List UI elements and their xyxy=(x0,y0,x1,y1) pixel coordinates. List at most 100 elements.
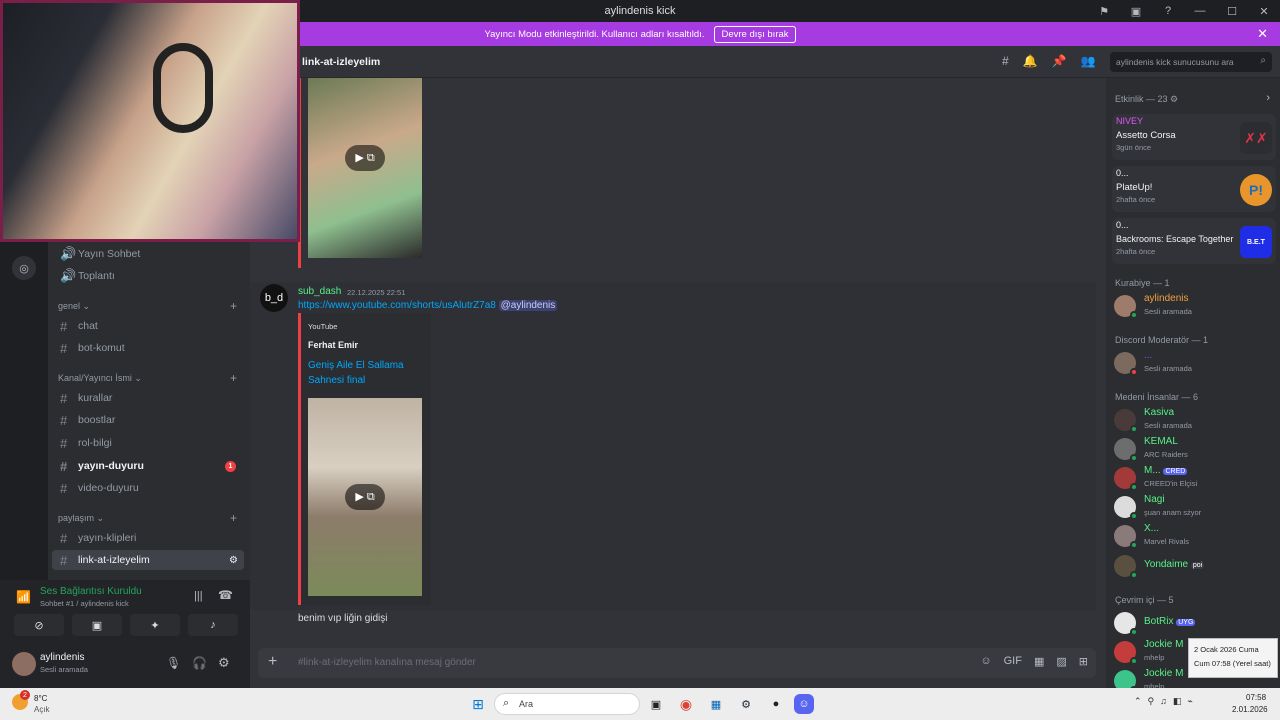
member-list-icon[interactable]: 👥 xyxy=(1081,54,1096,68)
member-item[interactable]: KEMAL ARC Raiders xyxy=(1112,435,1276,463)
message-link[interactable]: https://www.youtube.com/shorts/usAlutrZ7… xyxy=(298,300,496,311)
settings-icon[interactable]: ⚙ xyxy=(229,555,238,566)
avatar xyxy=(1114,641,1138,665)
discover-icon[interactable]: ◎ xyxy=(12,256,36,280)
add-channel-icon[interactable]: + xyxy=(230,371,237,385)
headphones-icon[interactable]: 🎧 xyxy=(192,656,207,670)
message-author[interactable]: sub_dash xyxy=(298,286,341,297)
sidebar-item-kurallar[interactable]: # kurallar xyxy=(52,388,244,408)
search-icon: ⌕ xyxy=(503,697,510,709)
screen-icon[interactable]: ▣ xyxy=(1120,5,1152,18)
sidebar-item-yayin-klipleri[interactable]: # yayın-klipleri xyxy=(52,528,244,548)
video-off-button[interactable]: ⊘ xyxy=(14,614,64,636)
store-icon[interactable]: ▦ xyxy=(706,694,726,714)
voice-connection-panel: 📶 Ses Bağlantısı Kuruldu Sohbet #1 / ayl… xyxy=(0,580,250,642)
member-item[interactable]: ... Sesli aramada xyxy=(1112,349,1276,377)
activities-button[interactable]: ✦ xyxy=(130,614,180,636)
sidebar-item-rol-bilgi[interactable]: # rol-bilgi xyxy=(52,433,244,453)
task-view-icon[interactable]: ▣ xyxy=(646,694,666,714)
steam-icon[interactable]: ⚙ xyxy=(736,694,756,714)
voice-status: Ses Bağlantısı Kuruldu xyxy=(40,586,142,597)
category-header[interactable]: paylaşım ⌄ + xyxy=(58,511,237,525)
threads-icon[interactable]: # xyxy=(1002,54,1009,68)
maximize-button[interactable]: ☐ xyxy=(1216,5,1248,18)
member-item[interactable]: M... CRED CREED'in Elçisi xyxy=(1112,464,1276,492)
avatar[interactable]: b_d xyxy=(260,284,288,312)
voice-channel-path: Sohbet #1 / aylindenis kick xyxy=(40,599,129,608)
disable-streamer-mode-button[interactable]: Devre dışı bırak xyxy=(714,25,796,43)
member-item[interactable]: Kasiva Sesli aramada xyxy=(1112,406,1276,434)
activity-card[interactable]: 0... PlateUp! 2hafta önce P! xyxy=(1112,166,1276,212)
search-input[interactable]: aylindenis kick sunucusunu ara ⌕ xyxy=(1110,52,1272,72)
close-icon[interactable]: ✕ xyxy=(1257,26,1268,42)
help-icon[interactable]: ? xyxy=(1152,5,1184,17)
plateup-logo: P! xyxy=(1240,174,1272,206)
add-channel-icon[interactable]: + xyxy=(230,511,237,525)
user-mention[interactable]: @aylindenis xyxy=(498,300,558,311)
category-header[interactable]: genel ⌄ + xyxy=(58,299,237,313)
gift-icon[interactable]: ☺ xyxy=(980,655,991,668)
message-composer[interactable]: + #link-at-izleyelim kanalına mesaj gönd… xyxy=(258,648,1096,678)
activity-card[interactable]: 0... Backrooms: Escape Together 2hafta ö… xyxy=(1112,218,1276,264)
speaker-icon: 🔊 xyxy=(60,246,77,261)
hash-icon: # xyxy=(60,552,68,568)
apps-icon[interactable]: ⊞ xyxy=(1079,655,1088,668)
tray-icons[interactable]: ⌃⚲♫◧⌁ xyxy=(1134,696,1199,707)
video-thumbnail[interactable]: ▶ ⧉ xyxy=(308,398,422,596)
backrooms-logo: B.E.T xyxy=(1240,226,1272,258)
gif-icon[interactable]: GIF xyxy=(1004,655,1022,668)
chat-header: link-at-izleyelim # 🔔 📌 👥 aylindenis kic… xyxy=(250,46,1280,78)
add-attachment-icon[interactable]: + xyxy=(268,653,277,671)
role-section-header: Medeni İnsanlar — 6 xyxy=(1115,392,1199,402)
discord-icon[interactable]: ☺ xyxy=(794,694,814,714)
member-item[interactable]: aylindenis Sesli aramada xyxy=(1112,292,1276,320)
soundboard-button[interactable]: ♪ xyxy=(188,614,238,636)
taskbar-search[interactable]: ⌕ Ara xyxy=(494,693,640,715)
member-item[interactable]: BotRix UYG xyxy=(1112,609,1276,637)
sticker-icon[interactable]: ▦ xyxy=(1034,655,1044,668)
embed-author[interactable]: Ferhat Emir xyxy=(308,340,358,350)
image-icon[interactable]: ▨ xyxy=(1056,655,1066,668)
member-item[interactable]: Nagi şuan anam sżyor xyxy=(1112,493,1276,521)
minimize-button[interactable]: — xyxy=(1184,5,1216,17)
sidebar-item-yayin-duyuru[interactable]: # yayın-duyuru 1 xyxy=(52,456,244,476)
composer-placeholder: #link-at-izleyelim kanalına mesaj gönder xyxy=(298,657,476,668)
voice-channel[interactable]: 🔊 Yayın Sohbet xyxy=(52,244,244,264)
user-settings-icon[interactable]: ⚙ xyxy=(218,655,230,671)
windows-taskbar: 2 8°C Açık ⊞ ⌕ Ara ▣ ◉ ▦ ⚙ ● ☺ ⌃⚲♫◧⌁ 07:… xyxy=(0,688,1280,720)
activity-card[interactable]: NIVEY Assetto Corsa 3gün önce ✗✗ xyxy=(1112,114,1276,160)
embed-title[interactable]: Geniş Aile El Sallama Sahnesi final xyxy=(308,358,418,388)
start-icon[interactable]: ⊞ xyxy=(468,694,488,714)
microphone-icon[interactable]: 🎙 xyxy=(166,656,181,670)
signal-icon: 📶 xyxy=(16,590,31,604)
sidebar-item-link-at-izleyelim[interactable]: # link-at-izleyelim ⚙ xyxy=(52,550,244,570)
sidebar-item-chat[interactable]: # chat xyxy=(52,316,244,336)
inbox-icon[interactable]: ⚑ xyxy=(1088,5,1120,18)
disconnect-icon[interactable]: ☎ xyxy=(218,588,233,602)
member-item[interactable]: X... Marvel Rivals xyxy=(1112,522,1276,550)
add-channel-icon[interactable]: + xyxy=(230,299,237,313)
voice-channel[interactable]: 🔊 Toplantı xyxy=(52,266,244,286)
obs-icon[interactable]: ● xyxy=(766,694,786,714)
embed-provider: YouTube xyxy=(308,322,338,331)
chevron-right-icon[interactable]: › xyxy=(1266,92,1270,104)
taskbar-date[interactable]: 2.01.2026 xyxy=(1232,705,1268,714)
category-header[interactable]: Kanal/Yayıncı İsmi ⌄ + xyxy=(58,371,237,385)
noise-icon[interactable]: ||| xyxy=(194,590,203,602)
video-thumbnail[interactable]: ▶ ⧉ xyxy=(308,78,422,258)
pin-icon[interactable]: 📌 xyxy=(1052,54,1067,68)
sidebar-item-boostlar[interactable]: # boostlar xyxy=(52,410,244,430)
sidebar-item-bot-komut[interactable]: # bot-komut xyxy=(52,338,244,358)
close-window-button[interactable]: ✕ xyxy=(1248,5,1280,18)
hash-icon: # xyxy=(60,480,68,496)
member-list: Etkinlik — 23 ⚙ › NIVEY Assetto Corsa 3g… xyxy=(1106,78,1280,694)
screen-share-button[interactable]: ▣ xyxy=(72,614,122,636)
chrome-icon[interactable]: ◉ xyxy=(676,694,696,714)
play-icon[interactable]: ▶ ⧉ xyxy=(345,484,385,510)
taskbar-time[interactable]: 07:58 xyxy=(1246,693,1266,702)
member-item[interactable]: Yondaime poi xyxy=(1112,552,1276,580)
sidebar-item-video-duyuru[interactable]: # video-duyuru xyxy=(52,478,244,498)
play-icon[interactable]: ▶ ⧉ xyxy=(345,145,385,171)
bell-icon[interactable]: 🔔 xyxy=(1023,54,1038,68)
avatar[interactable] xyxy=(12,652,36,676)
